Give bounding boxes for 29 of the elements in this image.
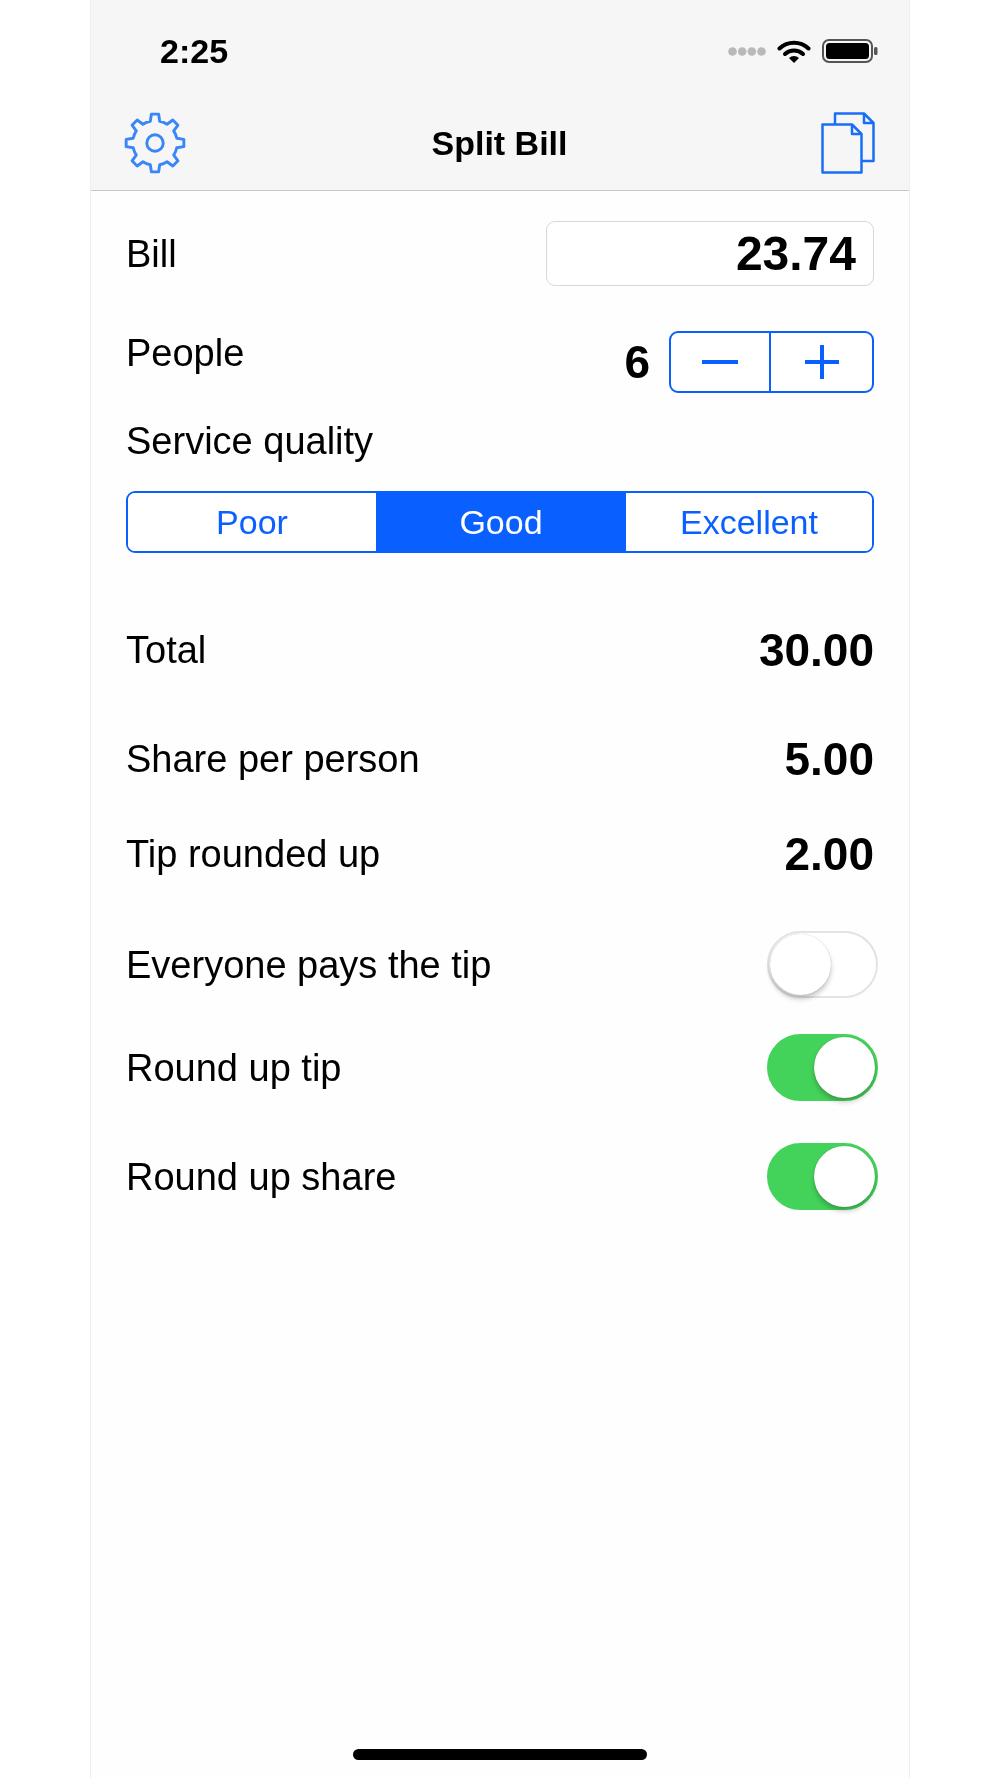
toggle-label: Round up share (126, 1154, 397, 1199)
documents-icon[interactable] (821, 112, 875, 174)
result-value: 5.00 (784, 733, 874, 785)
toggle-switch[interactable] (767, 1143, 878, 1210)
people-count: 6 (624, 336, 650, 388)
plus-icon (804, 345, 839, 379)
toggle-label: Everyone pays the tip (126, 942, 492, 987)
segment-button[interactable]: Good (376, 493, 624, 551)
wifi-icon (777, 39, 811, 63)
toggle-switch[interactable] (767, 1034, 878, 1101)
settings-icon[interactable] (124, 112, 186, 174)
increment-button[interactable] (771, 331, 874, 393)
minus-icon (702, 360, 738, 364)
result-label: Tip rounded up (126, 832, 381, 876)
result-value: 2.00 (784, 828, 874, 880)
service-quality-label: Service quality (126, 419, 374, 463)
people-label: People (126, 331, 245, 375)
result-value: 30.00 (758, 624, 874, 676)
result-label: Share per person (126, 737, 420, 781)
signal-dots-icon (728, 46, 766, 56)
battery-icon (822, 39, 878, 63)
result-label: Total (126, 628, 207, 672)
decrement-button[interactable] (669, 331, 771, 393)
segment-button[interactable]: Excellent (624, 493, 872, 551)
toggle-label: Round up tip (126, 1045, 342, 1090)
status-time: 2:25 (160, 31, 229, 71)
bill-input-field[interactable]: 23.74 (546, 221, 874, 286)
bill-label: Bill (126, 231, 177, 276)
nav-title: Split Bill (431, 123, 568, 163)
